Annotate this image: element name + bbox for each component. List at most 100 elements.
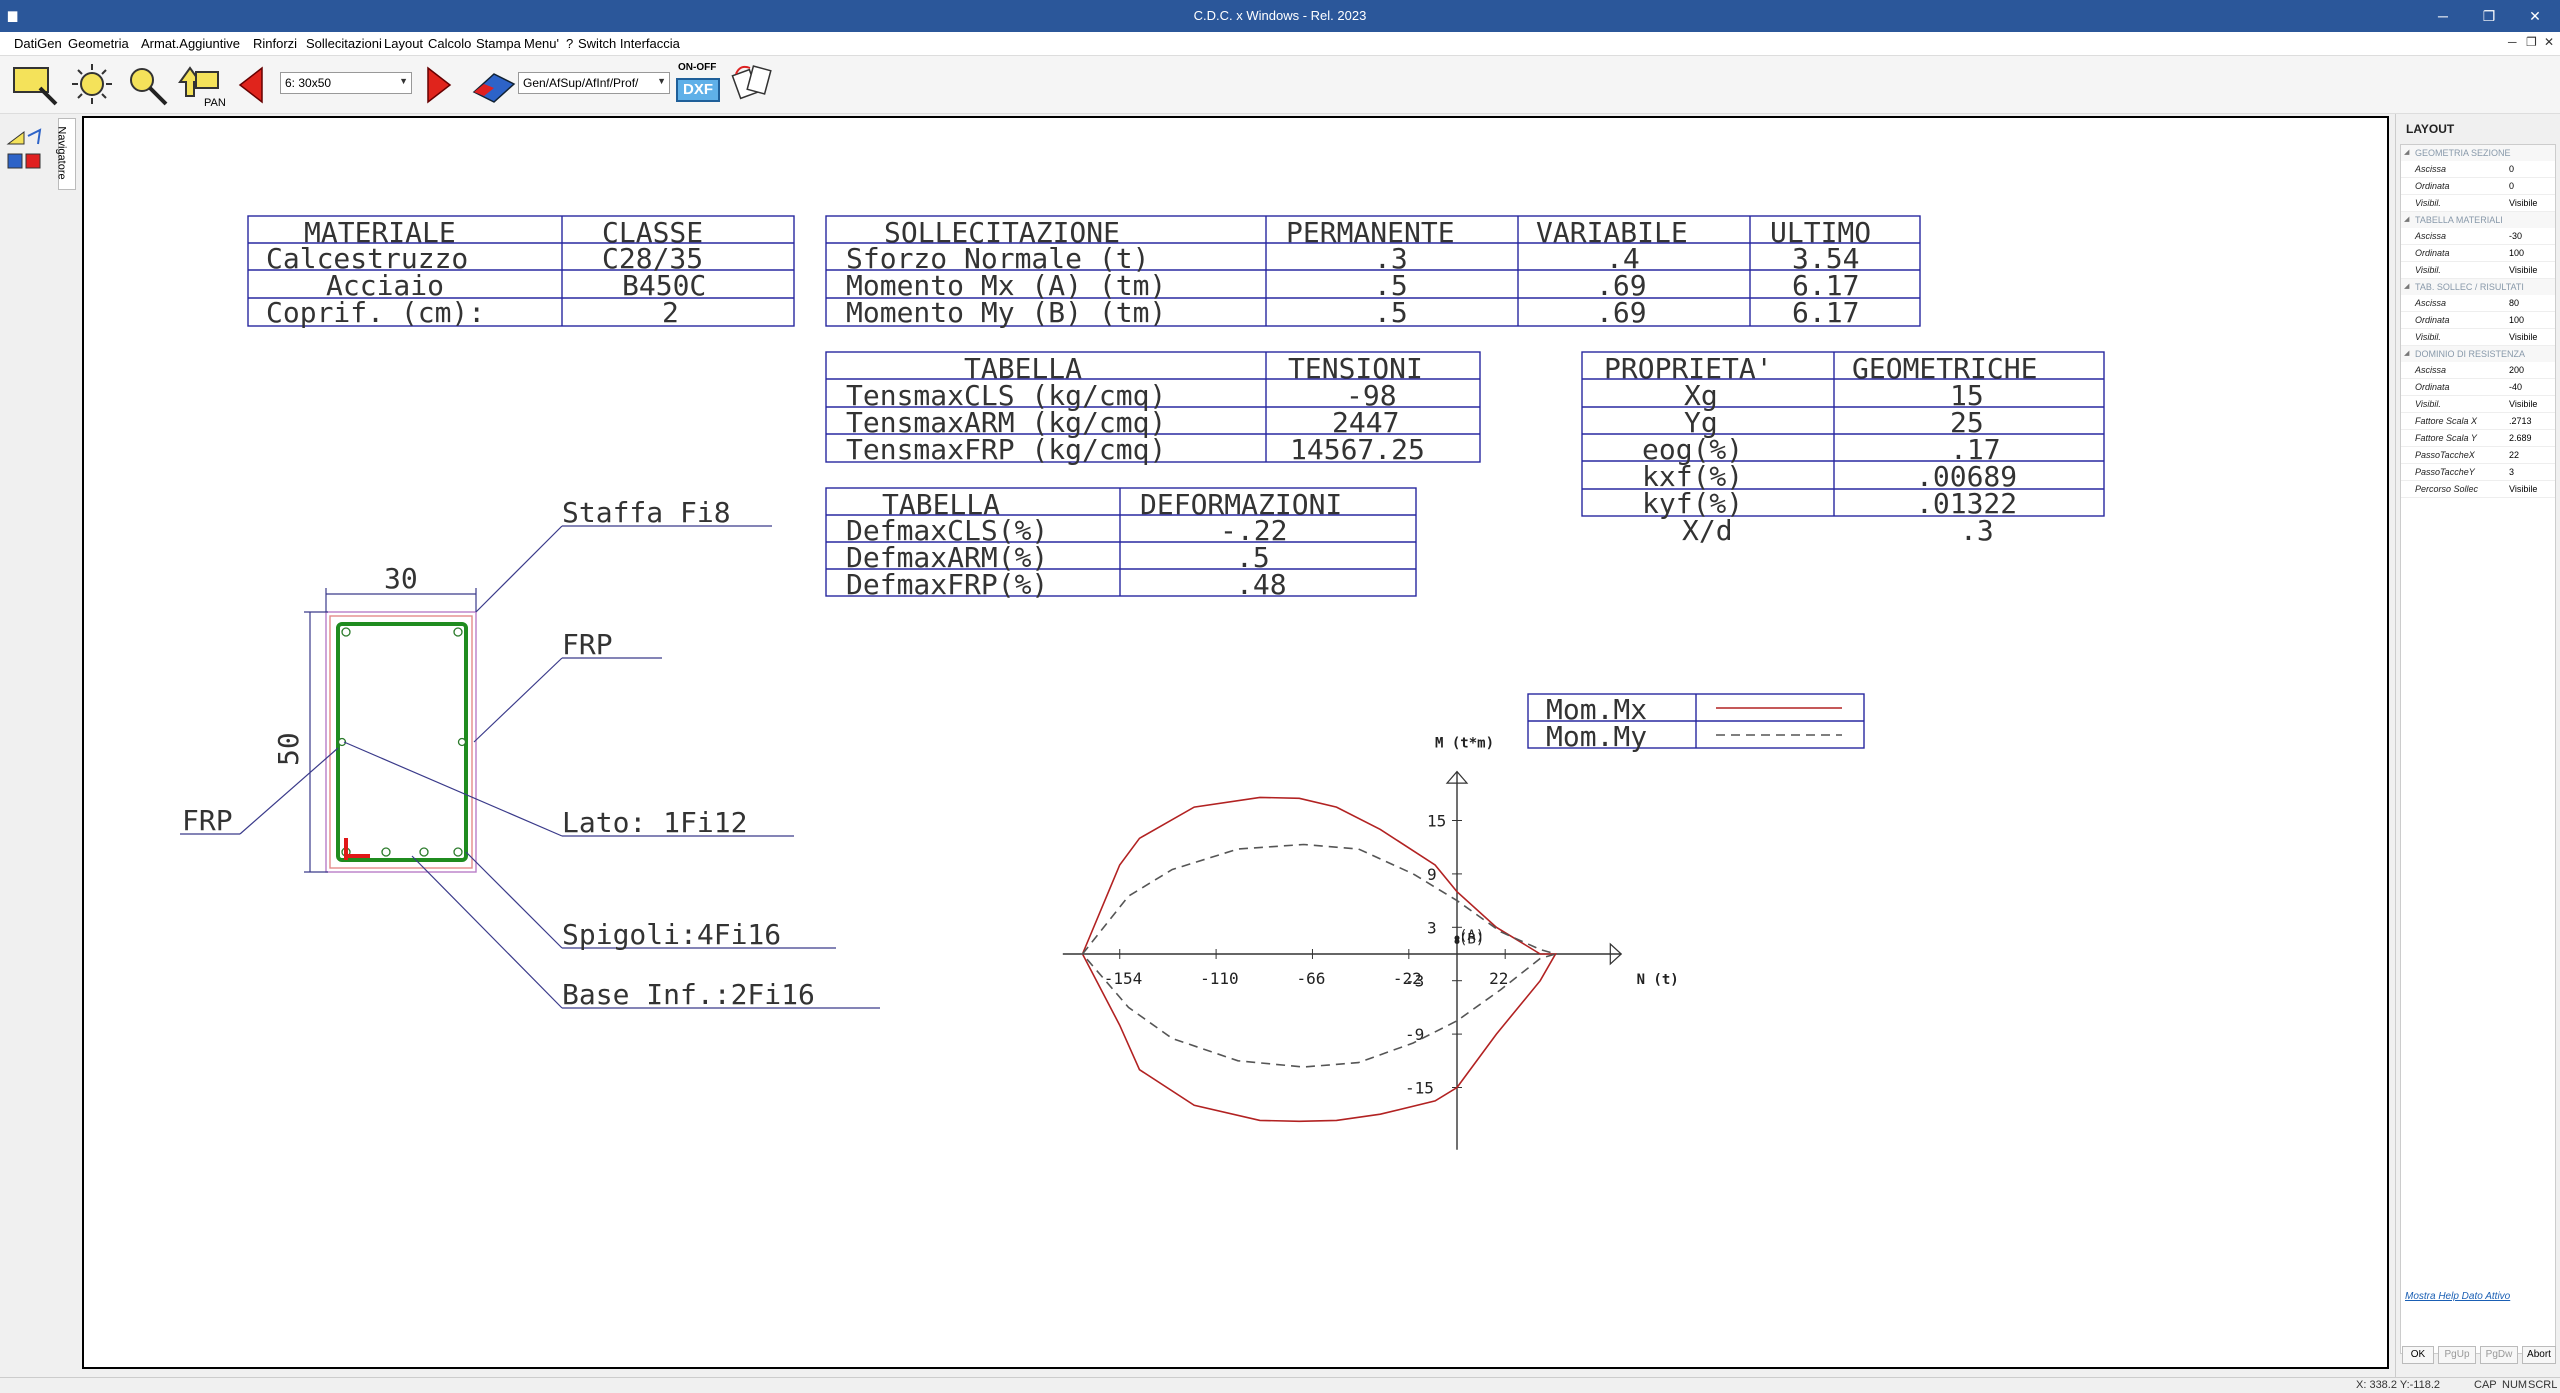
property-row[interactable]: Visibil. Visibile — [2401, 396, 2555, 413]
chevron-down-icon: ▼ — [657, 76, 666, 86]
rebar-bottom — [381, 847, 391, 857]
property-value[interactable]: 80 — [2509, 295, 2519, 312]
property-name: Ordinata — [2415, 315, 2450, 325]
mdi-restore-icon[interactable]: ❐ — [2526, 35, 2537, 49]
pgup-button[interactable]: PgUp — [2438, 1346, 2476, 1364]
x-tick-label: -66 — [1296, 969, 1325, 988]
property-value[interactable]: Visibile — [2509, 262, 2537, 279]
property-row[interactable]: Percorso Sollec Visibile — [2401, 481, 2555, 498]
copy-print-icon[interactable] — [730, 62, 782, 108]
pan-icon[interactable]: PAN — [174, 62, 226, 108]
next-section-icon[interactable] — [422, 62, 456, 108]
property-value[interactable]: 22 — [2509, 447, 2519, 464]
abort-button[interactable]: Abort — [2522, 1346, 2556, 1364]
tab-navigatore[interactable]: Navigatore — [55, 118, 76, 190]
property-name: Ascissa — [2415, 365, 2447, 375]
menu-rinforzi[interactable]: Rinforzi — [253, 36, 297, 51]
property-row[interactable]: Visibil. Visibile — [2401, 329, 2555, 346]
loads-row-3-perm: .5 — [1374, 296, 1408, 329]
property-row[interactable]: Ordinata 0 — [2401, 178, 2555, 195]
property-group-header[interactable]: DOMINIO DI RESISTENZA — [2401, 346, 2555, 362]
drawing-svg: MATERIALE CLASSE Calcestruzzo C28/35 Acc… — [180, 215, 2105, 1150]
menu-menu[interactable]: Menu' — [524, 36, 559, 51]
mdi-close-icon[interactable]: ✕ — [2544, 35, 2554, 49]
cap-indicator: CAP — [2474, 1379, 2497, 1391]
x-axis-label: N (t) — [1637, 972, 1679, 988]
property-value[interactable]: Visibile — [2509, 481, 2537, 498]
property-name: Fattore Scala X — [2415, 416, 2478, 426]
menu-help[interactable]: ? — [566, 36, 573, 51]
property-value[interactable]: 0 — [2509, 178, 2514, 195]
properties-panel: LAYOUT GEOMETRIA SEZIONEAscissa0Ordinata… — [2395, 114, 2560, 1379]
zoom-window-icon[interactable] — [10, 62, 62, 108]
menu-armat-aggiuntive[interactable]: Armat.Aggiuntive — [141, 36, 240, 51]
restore-button[interactable]: ❐ — [2466, 0, 2512, 32]
tab-navigatore-label: Navigatore — [55, 126, 68, 180]
property-row[interactable]: Ascissa -30 — [2401, 228, 2555, 245]
property-name: Visibil. — [2415, 332, 2441, 342]
property-row[interactable]: Fattore Scala X .2713 — [2401, 413, 2555, 430]
property-value[interactable]: Visibile — [2509, 329, 2537, 346]
property-name: Visibil. — [2415, 198, 2441, 208]
menu-stampa[interactable]: Stampa — [476, 36, 521, 51]
property-row[interactable]: PassoTaccheY 3 — [2401, 464, 2555, 481]
menu-sollecitazioni[interactable]: Sollecitazioni — [306, 36, 382, 51]
navigator-tool-icon[interactable] — [4, 126, 48, 174]
zoom-all-icon[interactable] — [66, 62, 118, 108]
menu-layout[interactable]: Layout — [384, 36, 423, 51]
dxf-export-button[interactable]: ON-OFF DXF — [676, 62, 724, 108]
help-link[interactable]: Mostra Help Dato Attivo — [2405, 1291, 2510, 1302]
eraser-icon[interactable] — [470, 62, 518, 108]
property-row[interactable]: Ascissa 80 — [2401, 295, 2555, 312]
bottom-bars-label: Base Inf.:2Fi16 — [562, 978, 815, 1011]
property-group-header[interactable]: TAB. SOLLEC / RISULTATI — [2401, 279, 2555, 295]
menu-geometria[interactable]: Geometria — [68, 36, 129, 51]
view-combo-value: Gen/AfSup/AfInf/Prof/ — [523, 76, 639, 90]
property-name: Visibil. — [2415, 265, 2441, 275]
property-group-header[interactable]: GEOMETRIA SEZIONE — [2401, 145, 2555, 161]
previous-section-icon[interactable] — [234, 62, 268, 108]
property-row[interactable]: Fattore Scala Y 2.689 — [2401, 430, 2555, 447]
menu-bar: DatiGen Geometria Armat.Aggiuntive Rinfo… — [0, 32, 2560, 56]
property-row[interactable]: Ascissa 200 — [2401, 362, 2555, 379]
y-tick-label: -3 — [1405, 972, 1424, 991]
x-tick-label: -110 — [1200, 969, 1239, 988]
menu-datigen[interactable]: DatiGen — [14, 36, 62, 51]
zoom-icon[interactable] — [122, 62, 174, 108]
property-value[interactable]: -30 — [2509, 228, 2522, 245]
property-value[interactable]: -40 — [2509, 379, 2522, 396]
ok-button[interactable]: OK — [2402, 1346, 2434, 1364]
property-row[interactable]: Ascissa 0 — [2401, 161, 2555, 178]
drawing-canvas[interactable]: MATERIALE CLASSE Calcestruzzo C28/35 Acc… — [82, 116, 2389, 1369]
property-row[interactable]: Visibil. Visibile — [2401, 195, 2555, 212]
property-value[interactable]: 2.689 — [2509, 430, 2532, 447]
property-value[interactable]: 200 — [2509, 362, 2524, 379]
property-value[interactable]: .2713 — [2509, 413, 2532, 430]
view-combo[interactable]: Gen/AfSup/AfInf/Prof/ ▼ — [518, 72, 670, 94]
property-row[interactable]: Ordinata 100 — [2401, 312, 2555, 329]
menu-calcolo[interactable]: Calcolo — [428, 36, 471, 51]
property-value[interactable]: 100 — [2509, 312, 2524, 329]
close-button[interactable]: ✕ — [2512, 0, 2558, 32]
property-value[interactable]: Visibile — [2509, 396, 2537, 413]
rebar-corner — [453, 627, 463, 637]
mdi-minimize-icon[interactable]: ─ — [2508, 35, 2517, 49]
geom-row-6-value: .3 — [1960, 514, 1994, 547]
section-combo[interactable]: 6: 30x50 ▼ — [280, 72, 412, 94]
minimize-button[interactable]: ─ — [2420, 0, 2466, 32]
property-value[interactable]: 100 — [2509, 245, 2524, 262]
property-value[interactable]: Visibile — [2509, 195, 2537, 212]
pgdw-button[interactable]: PgDw — [2480, 1346, 2518, 1364]
x-tick-label: 22 — [1489, 969, 1508, 988]
property-group-header[interactable]: TABELLA MATERIALI — [2401, 212, 2555, 228]
property-row[interactable]: Ordinata 100 — [2401, 245, 2555, 262]
y-tick-label: 3 — [1427, 918, 1437, 937]
property-value[interactable]: 0 — [2509, 161, 2514, 178]
pan-label: PAN — [204, 97, 226, 108]
property-row[interactable]: Ordinata -40 — [2401, 379, 2555, 396]
property-row[interactable]: Visibil. Visibile — [2401, 262, 2555, 279]
property-row[interactable]: PassoTaccheX 22 — [2401, 447, 2555, 464]
property-value[interactable]: 3 — [2509, 464, 2514, 481]
menu-switch-interfaccia[interactable]: Switch Interfaccia — [578, 36, 680, 51]
stirrup-fi8 — [336, 622, 468, 862]
